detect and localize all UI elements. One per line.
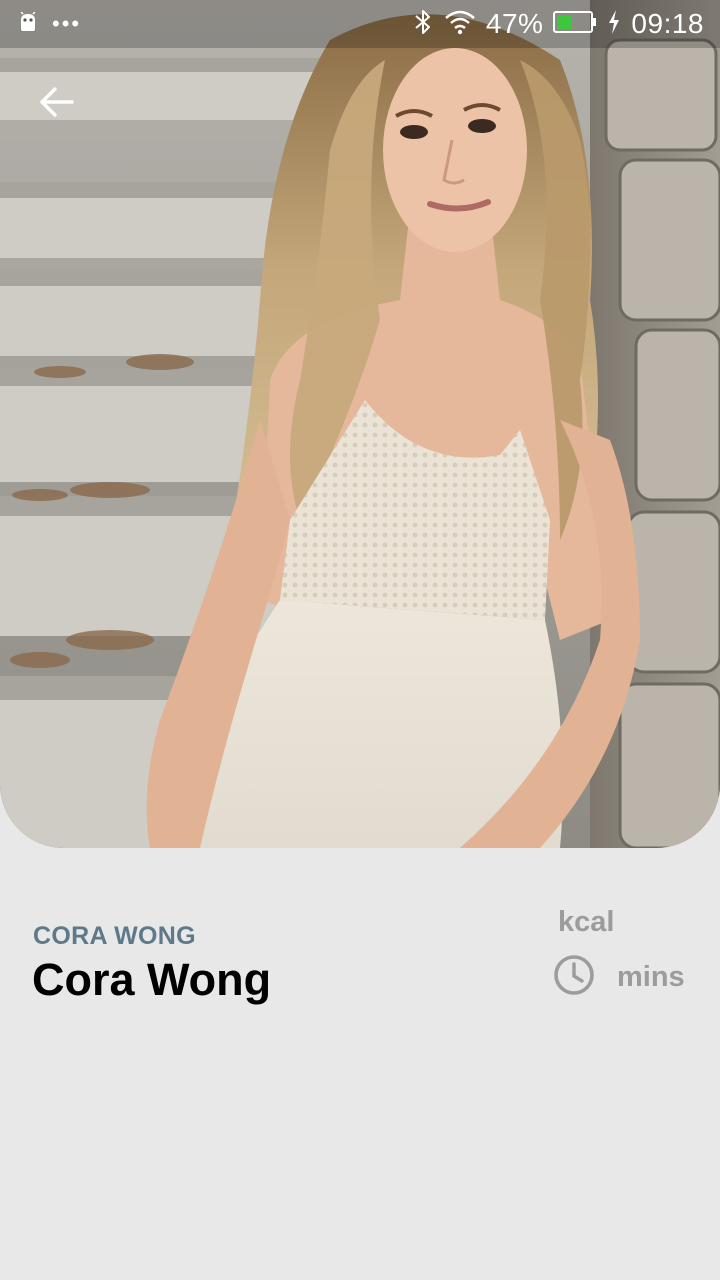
- portrait-photo: [0, 0, 720, 848]
- duration-unit: mins: [617, 961, 685, 993]
- page-title: Cora Wong: [32, 954, 272, 1005]
- arrow-back-icon: [38, 86, 74, 123]
- android-icon: [18, 10, 38, 37]
- hero-image: [0, 0, 720, 848]
- clock-icon: [553, 954, 595, 1001]
- more-dots-icon: •••: [52, 11, 82, 36]
- detail-info: CORA WONG Cora Wong kcal mins: [0, 848, 720, 1280]
- status-bar: ••• 47% 09:18: [0, 0, 720, 48]
- category-label: CORA WONG: [33, 922, 196, 950]
- duration-row: mins: [553, 954, 685, 1001]
- battery-fill: [557, 14, 573, 29]
- charging-icon: [607, 9, 621, 40]
- battery-percent: 47%: [485, 8, 544, 39]
- wifi-icon: [444, 9, 476, 40]
- back-button[interactable]: [26, 76, 86, 132]
- clock-time: 09:18: [631, 8, 704, 39]
- bluetooth-icon: [412, 9, 434, 40]
- recipe-detail-screen: ••• 47% 09:18 CORA WONG Cora Wong kcal m…: [0, 0, 720, 1280]
- calories-unit: kcal: [558, 906, 615, 938]
- battery-icon: [553, 10, 597, 38]
